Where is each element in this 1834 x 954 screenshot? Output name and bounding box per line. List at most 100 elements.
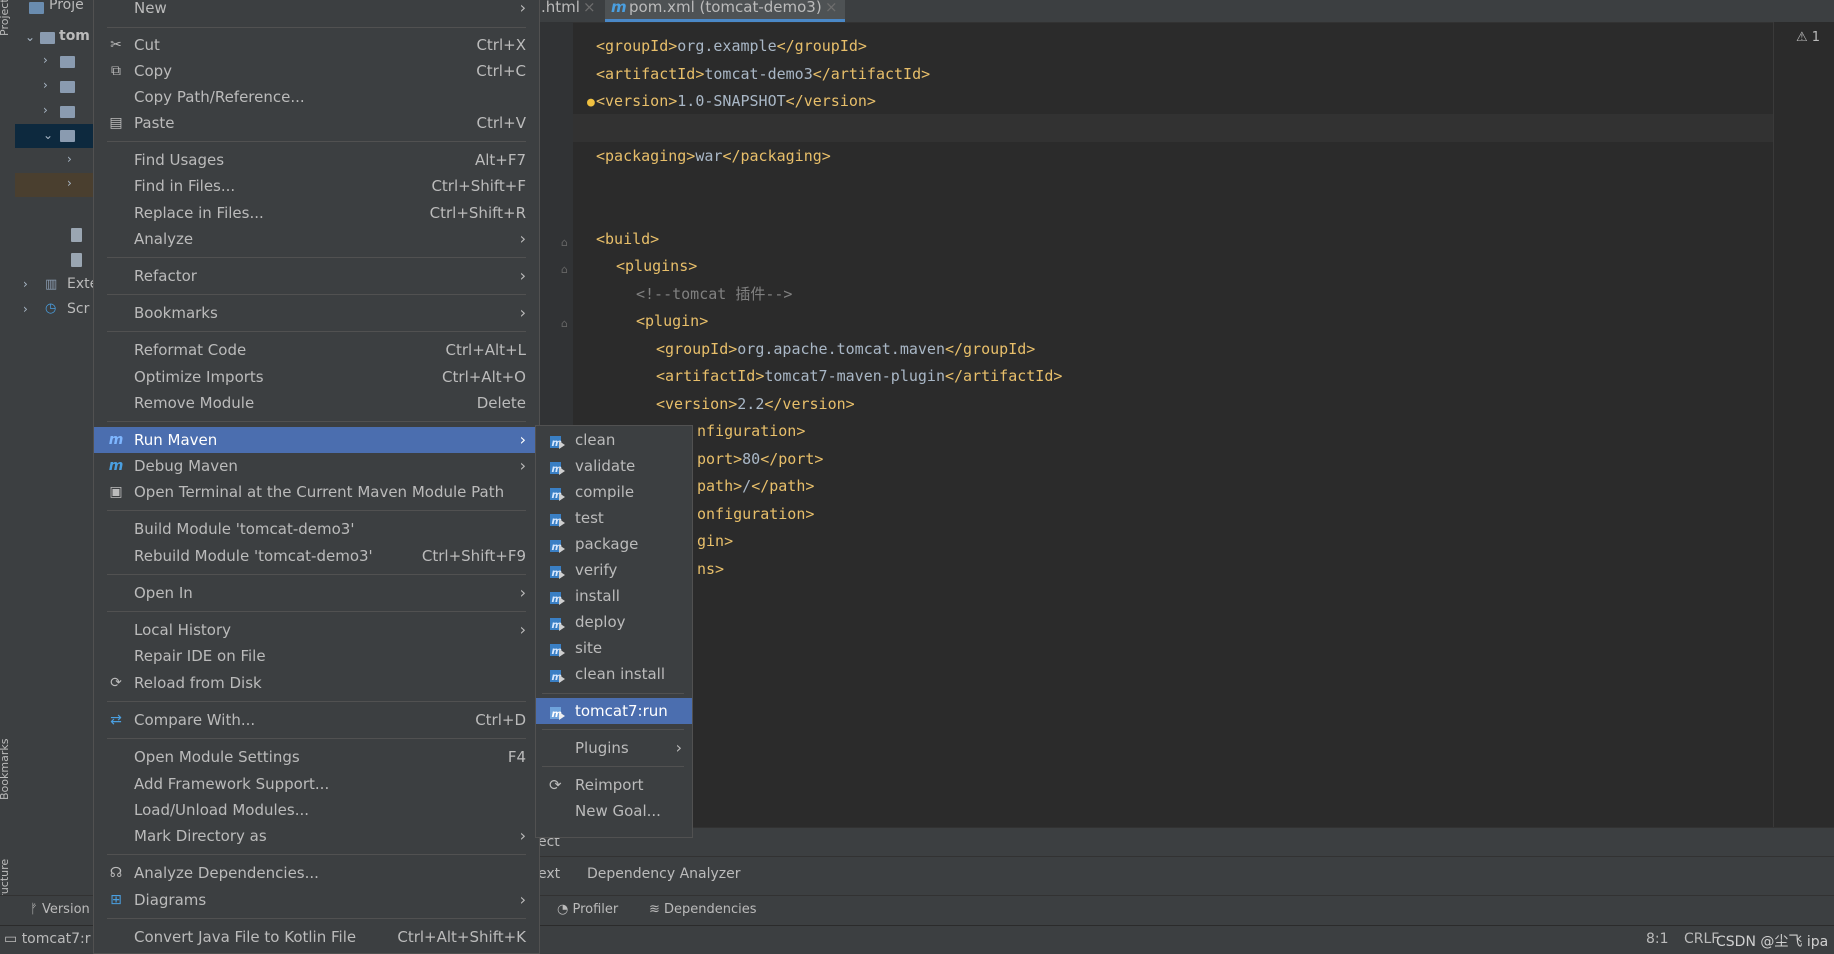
version-control-button[interactable]: ᚠ Version <box>30 902 90 917</box>
library-icon: ▥ <box>45 277 58 292</box>
maven-goal-site[interactable]: m site <box>536 635 692 661</box>
menu-item-reimport[interactable]: ⟳ Reimport <box>536 772 692 798</box>
menu-item-mark-directory-as[interactable]: Mark Directory as › <box>94 823 539 849</box>
menu-item-new[interactable]: New › <box>94 0 539 21</box>
menu-item-open-module-settings[interactable]: Open Module Settings F4 <box>94 744 539 770</box>
maven-goal-clean-install[interactable]: m clean install <box>536 661 692 687</box>
code-line: <groupId>org.apache.tomcat.maven</groupI… <box>656 340 1036 358</box>
menu-item-open-in[interactable]: Open In › <box>94 580 539 606</box>
chevron-right-icon[interactable]: › <box>67 152 72 166</box>
menu-item-rebuild-module[interactable]: Rebuild Module 'tomcat-demo3' Ctrl+Shift+… <box>94 543 539 569</box>
close-icon[interactable]: × <box>583 0 596 15</box>
menu-item-repair-ide[interactable]: Repair IDE on File <box>94 643 539 669</box>
tree-node[interactable]: › <box>15 100 95 124</box>
menu-item-build-module[interactable]: Build Module 'tomcat-demo3' <box>94 516 539 542</box>
code-line: <plugins> <box>616 257 698 275</box>
tree-node[interactable]: › <box>15 149 95 173</box>
chevron-right-icon: › <box>519 620 526 639</box>
menu-item-optimize-imports[interactable]: Optimize Imports Ctrl+Alt+O <box>94 364 539 390</box>
caret-position[interactable]: 8:1 <box>1646 931 1669 947</box>
close-icon[interactable]: × <box>825 0 838 15</box>
code-editor[interactable]: <groupId>org.example</groupId> <artifact… <box>573 22 1773 827</box>
project-tool-label[interactable]: Project <box>0 0 11 36</box>
fold-icon[interactable]: ⌂ <box>561 263 568 276</box>
warning-icon: ⚠ <box>1796 30 1808 45</box>
line-separator[interactable]: CRLF <box>1684 931 1719 947</box>
chevron-right-icon[interactable]: › <box>67 176 72 190</box>
maven-goal-tomcat7-run[interactable]: m tomcat7:run <box>536 698 692 724</box>
bookmarks-tool-label[interactable]: Bookmarks <box>0 739 11 800</box>
tab-pom-xml[interactable]: m pom.xml (tomcat-demo3) × <box>605 0 845 22</box>
menu-item-find-usages[interactable]: Find Usages Alt+F7 <box>94 147 539 173</box>
menu-item-copy-path[interactable]: Copy Path/Reference... <box>94 84 539 110</box>
menu-item-analyze-dependencies[interactable]: ☊ Analyze Dependencies... <box>94 860 539 886</box>
maven-goal-icon: m <box>549 666 566 683</box>
warning-indicator[interactable]: ⚠ 1 <box>1796 30 1820 45</box>
code-line: ● <version>1.0-SNAPSHOT</version> <box>587 90 876 112</box>
chevron-right-icon[interactable]: › <box>43 53 48 67</box>
fold-icon[interactable]: ⌂ <box>561 317 568 330</box>
menu-item-analyze[interactable]: Analyze › <box>94 226 539 252</box>
maven-goal-clean[interactable]: m clean <box>536 427 692 453</box>
maven-goal-install[interactable]: m install <box>536 583 692 609</box>
menu-item-reformat-code[interactable]: Reformat Code Ctrl+Alt+L <box>94 337 539 363</box>
profiler-button[interactable]: ◔ Profiler <box>557 902 618 917</box>
menu-item-refactor[interactable]: Refactor › <box>94 263 539 289</box>
lightbulb-icon[interactable]: ● <box>587 92 595 114</box>
tab-dependency-analyzer[interactable]: Dependency Analyzer <box>587 866 741 882</box>
menu-item-remove-module[interactable]: Remove Module Delete <box>94 390 539 416</box>
tree-file[interactable] <box>15 249 95 273</box>
chevron-down-icon[interactable]: ⌄ <box>25 30 35 44</box>
chevron-right-icon[interactable]: › <box>23 302 28 316</box>
tree-scratches[interactable]: › ◷ Scr <box>15 299 95 323</box>
menu-item-replace-in-files[interactable]: Replace in Files... Ctrl+Shift+R <box>94 200 539 226</box>
folder-icon <box>60 106 75 118</box>
tree-node-selected[interactable]: ⌄ <box>15 124 95 148</box>
menu-item-open-terminal[interactable]: ▣ Open Terminal at the Current Maven Modu… <box>94 479 539 505</box>
menu-item-debug-maven[interactable]: m Debug Maven › <box>94 453 539 479</box>
maven-goal-verify[interactable]: m verify <box>536 557 692 583</box>
tree-root[interactable]: ⌄ tom <box>15 26 95 50</box>
menu-item-bookmarks[interactable]: Bookmarks › <box>94 300 539 326</box>
menu-item-new-goal[interactable]: New Goal... <box>536 798 692 824</box>
menu-item-diagrams[interactable]: ⊞ Diagrams › <box>94 887 539 913</box>
chevron-right-icon: › <box>519 456 526 475</box>
menu-item-plugins[interactable]: Plugins › <box>536 735 692 761</box>
menu-item-load-unload-modules[interactable]: Load/Unload Modules... <box>94 797 539 823</box>
chevron-right-icon[interactable]: › <box>23 277 28 291</box>
terminal-icon: ▣ <box>109 484 123 500</box>
menu-item-find-in-files[interactable]: Find in Files... Ctrl+Shift+F <box>94 173 539 199</box>
chevron-down-icon[interactable]: ⌄ <box>43 128 53 142</box>
menu-item-add-framework-support[interactable]: Add Framework Support... <box>94 771 539 797</box>
maven-goal-test[interactable]: m test <box>536 505 692 531</box>
tree-node[interactable]: › <box>15 75 95 99</box>
maven-goal-deploy[interactable]: m deploy <box>536 609 692 635</box>
menu-item-local-history[interactable]: Local History › <box>94 617 539 643</box>
tree-external-libraries[interactable]: › ▥ Exte <box>15 274 95 298</box>
chevron-right-icon: › <box>519 890 526 909</box>
chevron-right-icon[interactable]: › <box>43 103 48 117</box>
left-tool-strip: Project Bookmarks Structure <box>0 0 16 953</box>
code-line: <version>2.2</version> <box>656 395 855 413</box>
menu-item-run-maven[interactable]: m Run Maven › <box>94 427 539 453</box>
menu-item-reload-from-disk[interactable]: ⟳ Reload from Disk <box>94 670 539 696</box>
maven-goal-package[interactable]: m package <box>536 531 692 557</box>
file-icon <box>71 228 82 242</box>
menu-item-compare-with[interactable]: ⇄ Compare With... Ctrl+D <box>94 707 539 733</box>
tree-file[interactable] <box>15 224 95 248</box>
maven-goal-validate[interactable]: m validate <box>536 453 692 479</box>
fold-icon[interactable]: ⌂ <box>561 236 568 249</box>
run-config-status[interactable]: ▭ tomcat7:r <box>4 931 91 947</box>
menu-item-copy[interactable]: ⧉ Copy Ctrl+C <box>94 58 539 84</box>
tree-node[interactable]: › <box>15 50 95 74</box>
menu-separator <box>107 510 526 511</box>
dependencies-button[interactable]: ≋ Dependencies <box>649 902 757 917</box>
tab-html[interactable]: .html × <box>535 0 597 22</box>
chevron-right-icon[interactable]: › <box>43 78 48 92</box>
tab-text[interactable]: ext <box>538 866 560 882</box>
menu-item-cut[interactable]: ✂ Cut Ctrl+X <box>94 32 539 58</box>
menu-item-paste[interactable]: ▤ Paste Ctrl+V <box>94 110 539 136</box>
tree-node[interactable]: › <box>15 173 95 197</box>
maven-goal-compile[interactable]: m compile <box>536 479 692 505</box>
menu-item-convert-to-kotlin[interactable]: Convert Java File to Kotlin File Ctrl+Alt… <box>94 924 539 950</box>
